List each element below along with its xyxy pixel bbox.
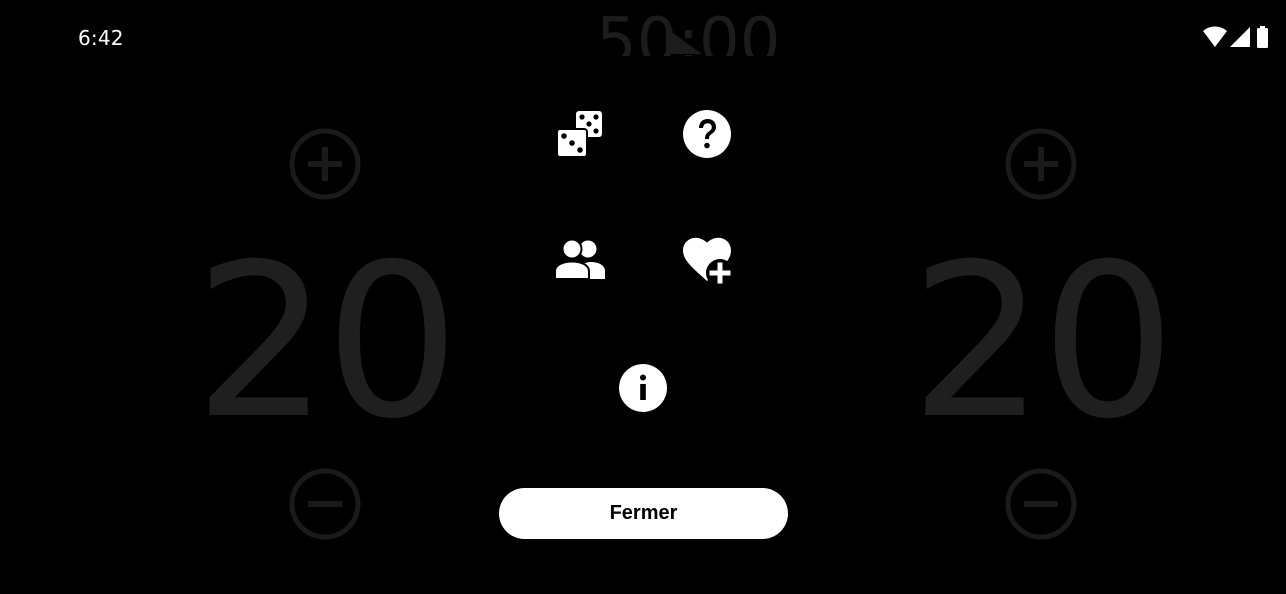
right-life-total[interactable]: 20 [910,236,1176,448]
status-icons [1203,26,1273,50]
players-icon[interactable] [555,238,605,280]
close-button[interactable]: Fermer [499,488,788,539]
wifi-icon [1203,26,1227,47]
signal-icon [1230,27,1250,47]
dice-icon[interactable] [556,110,604,158]
left-life-total[interactable]: 20 [194,236,460,448]
minus-circle-icon[interactable] [287,466,363,542]
minus-circle-icon[interactable] [1003,466,1079,542]
help-icon[interactable] [682,109,732,159]
status-time: 6:42 [78,26,124,50]
plus-circle-icon[interactable] [287,126,363,202]
app-screen: 6:42 50:00 20 20 Fermer [0,0,1286,594]
battery-icon [1257,26,1268,48]
plus-circle-icon[interactable] [1003,126,1079,202]
info-icon[interactable] [618,363,668,413]
play-icon [666,28,702,54]
heart-add-icon[interactable] [682,237,734,287]
